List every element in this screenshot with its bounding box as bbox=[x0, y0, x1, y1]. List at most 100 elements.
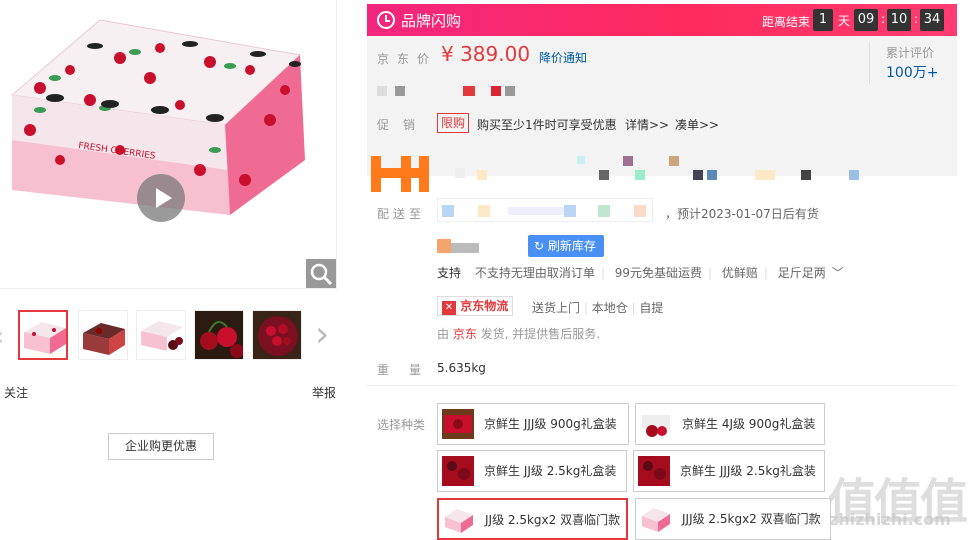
countdown-days-unit: 天 bbox=[838, 14, 851, 28]
ship-to-label: 配送至 bbox=[377, 207, 426, 221]
divider: | bbox=[583, 301, 592, 315]
variant-option-label: JJJ级 2.5kgx2 双喜临门款 bbox=[682, 512, 821, 526]
countdown-label: 距离结束 bbox=[762, 15, 811, 29]
promo-label: 促销 bbox=[377, 118, 430, 132]
variant-option-3[interactable]: 京鲜生 JJ级 2.5kg礼盒装 bbox=[437, 450, 627, 492]
product-gallery: FRESH CHERRIES ‹ bbox=[0, 0, 340, 538]
blurred-pixels bbox=[377, 72, 515, 96]
logistics-local-warehouse[interactable]: 本地仓 bbox=[592, 301, 628, 315]
variant-thumb bbox=[442, 409, 474, 439]
weight-label: 重量 bbox=[377, 363, 442, 377]
thumbnail-2[interactable] bbox=[78, 310, 128, 360]
variant-thumb bbox=[442, 456, 474, 486]
variant-option-6[interactable]: JJJ级 2.5kgx2 双喜临门款 bbox=[635, 498, 831, 540]
thumb-prev-arrow-icon[interactable]: ‹ bbox=[0, 322, 4, 352]
countdown-minutes: 10 bbox=[887, 9, 911, 31]
clock-icon bbox=[377, 11, 395, 29]
variant-option-5[interactable]: JJ级 2.5kgx2 双喜临门款 bbox=[437, 498, 628, 540]
magnifier-icon bbox=[310, 263, 333, 286]
price-drop-notice-link[interactable]: 降价通知 bbox=[539, 49, 587, 66]
refresh-icon: ↻ bbox=[534, 239, 548, 253]
promo-bundle-link[interactable]: 凑单>> bbox=[675, 116, 719, 133]
variant-option-label: 京鲜生 JJJ级 2.5kg礼盒装 bbox=[680, 464, 816, 478]
variant-thumb bbox=[638, 456, 670, 486]
service-no-cancel[interactable]: 不支持无理由取消订单 bbox=[475, 266, 595, 280]
thumb-image bbox=[79, 311, 127, 359]
obscured-banner bbox=[371, 156, 859, 192]
price-label: 京东价 bbox=[377, 52, 438, 66]
obscured-content bbox=[377, 72, 557, 96]
follow-link[interactable]: 关注 bbox=[4, 384, 28, 401]
variant-thumb bbox=[640, 409, 672, 439]
logistics-home-delivery[interactable]: 送货上门 bbox=[532, 301, 580, 315]
price-value: ¥ 389.00 bbox=[441, 42, 531, 66]
obscured-stock bbox=[437, 239, 479, 253]
countdown-seconds: 34 bbox=[920, 9, 944, 31]
service-fresh-compensation[interactable]: 优鲜赔 bbox=[722, 266, 758, 280]
promo-detail-link[interactable]: 详情>> bbox=[625, 116, 669, 133]
seller-name-link[interactable]: 京东 bbox=[453, 327, 477, 341]
countdown-colon: : bbox=[914, 12, 919, 26]
logistics-options: 送货上门 | 本地仓 | 自提 bbox=[532, 299, 663, 316]
main-product-image[interactable]: FRESH CHERRIES bbox=[0, 0, 337, 289]
jd-logistics-icon: ✕ bbox=[442, 301, 456, 315]
business-purchase-button[interactable]: 企业购更优惠 bbox=[108, 433, 214, 460]
delivery-estimate: ，预计2023-01-07日后有货 bbox=[665, 207, 819, 221]
jd-logistics-label: 京东物流 bbox=[460, 299, 509, 313]
review-summary[interactable]: 累计评价 100万+ bbox=[869, 42, 957, 84]
countdown-hours: 09 bbox=[854, 9, 878, 31]
chevron-down-icon[interactable]: ﹀ bbox=[832, 266, 844, 280]
thumb-image bbox=[20, 312, 66, 358]
flash-sale-title: 品牌闪购 bbox=[401, 12, 462, 30]
thumbnail-5[interactable] bbox=[252, 310, 302, 360]
thumb-image bbox=[253, 311, 301, 359]
review-count: 100万+ bbox=[886, 65, 939, 81]
variant-option-label: 京鲜生 4J级 900g礼盒装 bbox=[682, 417, 816, 431]
refresh-stock-label: 刷新库存 bbox=[547, 239, 596, 253]
variant-option-4[interactable]: 京鲜生 JJJ级 2.5kg礼盒装 bbox=[633, 450, 825, 492]
seller-info: 由 京东 发货, 并提供售后服务. bbox=[437, 325, 600, 342]
service-free-shipping[interactable]: 99元免基础运费 bbox=[615, 266, 702, 280]
thumbnail-strip: ‹ bbox=[0, 300, 340, 370]
variant-option-label: 京鲜生 JJ级 2.5kg礼盒装 bbox=[484, 464, 617, 478]
watermark-url: zhizhizhi.com bbox=[829, 510, 951, 529]
divider: | bbox=[600, 266, 605, 280]
play-video-button[interactable] bbox=[137, 174, 185, 222]
variant-thumb bbox=[642, 508, 670, 532]
service-support-label: 支持 bbox=[437, 266, 462, 280]
variant-option-1[interactable]: 京鲜生 JJJ级 900g礼盒装 bbox=[437, 403, 629, 445]
refresh-stock-button[interactable]: ↻ 刷新库存 bbox=[528, 235, 604, 257]
thumb-image bbox=[137, 311, 185, 359]
countdown-days: 1 bbox=[813, 9, 833, 31]
variant-option-label: JJ级 2.5kgx2 双喜临门款 bbox=[485, 513, 621, 527]
service-full-weight[interactable]: 足斤足两 bbox=[778, 266, 826, 280]
address-selector[interactable] bbox=[437, 198, 653, 222]
report-link[interactable]: 举报 bbox=[312, 384, 336, 401]
divider: | bbox=[763, 266, 768, 280]
seller-prefix: 由 bbox=[437, 327, 453, 341]
jd-logistics-badge: ✕ 京东物流 bbox=[437, 296, 514, 316]
review-label: 累计评价 bbox=[886, 46, 935, 60]
variant-thumb bbox=[445, 509, 473, 533]
limit-purchase-tag: 限购 bbox=[437, 113, 470, 133]
zoom-button[interactable] bbox=[306, 259, 336, 288]
thumbnail-3[interactable] bbox=[136, 310, 186, 360]
variant-label: 选择种类 bbox=[377, 418, 426, 432]
logistics-self-pickup[interactable]: 自提 bbox=[639, 301, 663, 315]
variant-option-label: 京鲜生 JJJ级 900g礼盒装 bbox=[484, 417, 617, 431]
thumb-image bbox=[195, 311, 243, 359]
promo-text: 购买至少1件时可享受优惠 bbox=[477, 118, 617, 132]
seller-suffix: 发货, 并提供售后服务. bbox=[476, 327, 601, 341]
variant-option-2[interactable]: 京鲜生 4J级 900g礼盒装 bbox=[635, 403, 825, 445]
section-divider bbox=[367, 385, 957, 386]
flash-sale-bar: 品牌闪购 距离结束 1 天 09 : 10 : 34 bbox=[367, 4, 957, 36]
cherry-box-illustration: FRESH CHERRIES bbox=[10, 19, 305, 215]
service-list: 支持 不支持无理由取消订单 | 99元免基础运费 | 优鲜赔 | 足斤足两 ﹀ bbox=[437, 264, 850, 281]
thumbnail-4[interactable] bbox=[194, 310, 244, 360]
obscured-address bbox=[442, 205, 646, 217]
countdown-colon: : bbox=[881, 12, 886, 26]
divider: | bbox=[708, 266, 713, 280]
thumb-next-arrow-icon[interactable]: › bbox=[315, 314, 329, 355]
weight-value: 5.635kg bbox=[437, 361, 486, 375]
thumbnail-1[interactable] bbox=[18, 310, 68, 360]
